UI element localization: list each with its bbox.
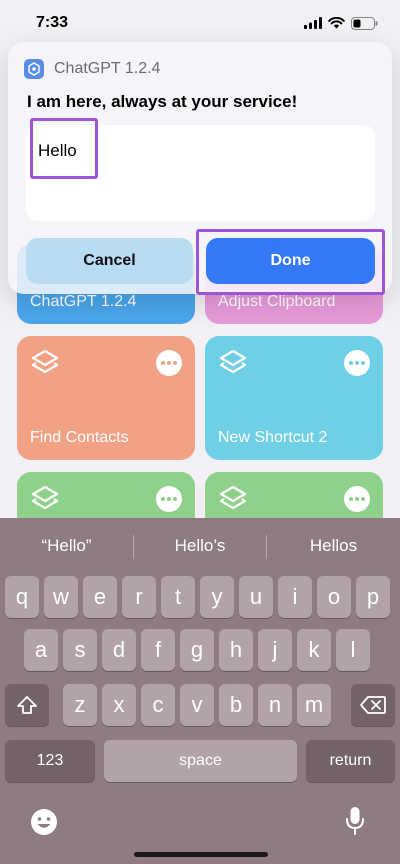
numbers-key[interactable]: 123 xyxy=(5,740,95,782)
key-l[interactable]: l xyxy=(336,629,370,671)
key-a[interactable]: a xyxy=(24,629,58,671)
layers-icon xyxy=(31,485,59,510)
more-icon[interactable] xyxy=(156,486,182,512)
cancel-button[interactable]: Cancel xyxy=(26,238,193,284)
key-u[interactable]: u xyxy=(239,576,273,618)
key-v[interactable]: v xyxy=(180,684,214,726)
status-time: 7:33 xyxy=(36,14,69,31)
chatgpt-app-icon xyxy=(24,59,44,79)
key-o[interactable]: o xyxy=(317,576,351,618)
shortcut-tile-label: New Shortcut 2 xyxy=(218,429,328,446)
key-r[interactable]: r xyxy=(122,576,156,618)
key-y[interactable]: y xyxy=(200,576,234,618)
shift-key[interactable] xyxy=(5,684,49,726)
key-j[interactable]: j xyxy=(258,629,292,671)
more-icon[interactable] xyxy=(156,350,182,376)
highlight-box-done xyxy=(196,229,385,295)
key-z[interactable]: z xyxy=(63,684,97,726)
more-icon[interactable] xyxy=(344,350,370,376)
layers-icon xyxy=(31,349,59,374)
shift-icon xyxy=(17,696,37,714)
delete-key[interactable] xyxy=(351,684,395,726)
shortcut-tile-label: Find Contacts xyxy=(30,429,129,446)
battery-icon xyxy=(351,16,378,30)
key-b[interactable]: b xyxy=(219,684,253,726)
key-d[interactable]: d xyxy=(102,629,136,671)
layers-icon xyxy=(219,485,247,510)
key-n[interactable]: n xyxy=(258,684,292,726)
highlight-box-input xyxy=(30,118,98,179)
dialog-message: I am here, always at your service! xyxy=(27,92,298,111)
key-h[interactable]: h xyxy=(219,629,253,671)
status-icons xyxy=(304,14,378,32)
key-t[interactable]: t xyxy=(161,576,195,618)
microphone-icon[interactable] xyxy=(344,806,366,838)
key-m[interactable]: m xyxy=(297,684,331,726)
emoji-icon[interactable] xyxy=(30,808,58,836)
key-k[interactable]: k xyxy=(297,629,331,671)
key-p[interactable]: p xyxy=(356,576,390,618)
dialog-app-name: ChatGPT 1.2.4 xyxy=(54,60,161,77)
backspace-icon xyxy=(360,696,386,714)
wifi-icon xyxy=(328,17,345,29)
key-q[interactable]: q xyxy=(5,576,39,618)
key-f[interactable]: f xyxy=(141,629,175,671)
shortcut-tile-find-contacts[interactable]: Find Contacts xyxy=(17,336,195,460)
key-s[interactable]: s xyxy=(63,629,97,671)
shortcut-tile-new-shortcut-2[interactable]: New Shortcut 2 xyxy=(205,336,383,460)
suggestion-possessive[interactable]: Hello’s xyxy=(134,530,266,562)
more-icon[interactable] xyxy=(344,486,370,512)
key-i[interactable]: i xyxy=(278,576,312,618)
shortcut-tile-label: Adjust Clipboard xyxy=(218,293,336,310)
key-w[interactable]: w xyxy=(44,576,78,618)
space-key[interactable]: space xyxy=(104,740,297,782)
key-g[interactable]: g xyxy=(180,629,214,671)
return-key[interactable]: return xyxy=(306,740,395,782)
home-indicator xyxy=(134,852,268,857)
key-x[interactable]: x xyxy=(102,684,136,726)
key-c[interactable]: c xyxy=(141,684,175,726)
layers-icon xyxy=(219,349,247,374)
cellular-signal-icon xyxy=(304,17,322,29)
key-e[interactable]: e xyxy=(83,576,117,618)
shortcut-tile-label: ChatGPT 1.2.4 xyxy=(30,293,137,310)
suggestion-quoted[interactable]: “Hello” xyxy=(0,530,133,562)
suggestion-plural[interactable]: Hellos xyxy=(267,530,400,562)
